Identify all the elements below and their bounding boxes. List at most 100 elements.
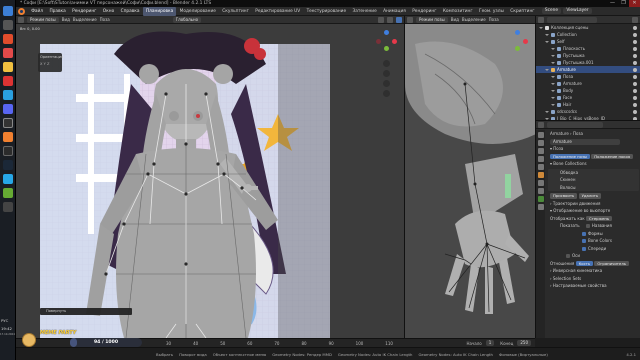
telegram-icon[interactable] [3,174,13,184]
bone-collections-list[interactable]: Обводка Скинен Волосы [548,168,639,191]
visibility-eye-icon[interactable] [633,95,637,100]
blender-logo-icon[interactable] [18,7,25,15]
expand-arrow-icon[interactable] [545,110,549,113]
axes-checkbox[interactable] [566,254,570,258]
tab-sculpting[interactable]: Скульптинг [219,7,252,16]
menu-pose[interactable]: Поза [100,17,110,22]
outliner-row[interactable]: Hair [536,101,640,108]
menu-render[interactable]: Рендеринг [69,7,100,16]
expand-arrow-icon[interactable] [551,89,555,92]
blender-taskbar-icon[interactable] [3,132,13,142]
bone-collection-item[interactable]: Скинен [548,176,639,184]
gizmo-z-icon[interactable] [515,30,520,35]
editor-type-icon[interactable] [538,121,544,128]
navigation-gizmo[interactable] [376,30,398,52]
expand-arrow-icon[interactable] [551,47,555,50]
viewport-main[interactable]: Режим позы Вид Выделение Поза Глобально [16,16,404,338]
custom-properties-header[interactable]: › Настраиваемые свойства [546,282,640,290]
names-checkbox[interactable] [585,224,590,228]
motion-paths-header[interactable]: › Траектории движения [546,200,640,208]
shapes-checkbox[interactable] [582,231,586,236]
perspective-toggle-icon[interactable] [383,90,390,97]
outliner[interactable]: Коллекция сцены Collection Self Плоскость Пу… [535,16,640,120]
close-button[interactable]: ✕ [629,0,640,7]
maximize-button[interactable]: ❐ [618,0,629,7]
minimize-button[interactable]: — [607,0,618,7]
mail-icon[interactable] [3,48,13,58]
expand-arrow-icon[interactable] [551,75,555,78]
visibility-eye-icon[interactable] [633,81,637,86]
search-icon[interactable] [3,20,13,30]
outliner-row[interactable]: Пустышка [536,52,640,59]
tab-shading[interactable]: Затенение [349,7,380,16]
tab-rendering[interactable]: Рендеринг [409,7,440,16]
view-layer-selector[interactable]: ViewLayer [563,8,592,14]
viewport-display-header[interactable]: ▾ Отображение во вьюпорте [546,207,640,215]
tab-layout[interactable]: Планировка [142,6,177,16]
visibility-eye-icon[interactable] [633,88,637,93]
editor-type-icon[interactable] [407,16,413,23]
tab-uv-editing[interactable]: Редактирование UV [252,7,303,16]
tool-tab-icon[interactable] [537,132,544,138]
editor-type-icon[interactable] [538,16,544,23]
object-tab-icon[interactable] [537,172,544,178]
visibility-eye-icon[interactable] [633,53,637,58]
gizmo-x-icon[interactable] [392,39,397,44]
outliner-row[interactable]: sdcscsdcs [536,108,640,115]
tab-animation[interactable]: Анимация [380,7,409,16]
outliner-row[interactable]: Пустышка.001 [536,59,640,66]
scene-tab-icon[interactable] [537,156,544,162]
gizmo-z-icon[interactable] [384,30,389,35]
outliner-row[interactable]: Collection [536,31,640,38]
outliner-row[interactable]: Armature [536,66,640,73]
expand-arrow-icon[interactable] [545,33,549,36]
outliner-row[interactable]: Плоскость [536,45,640,52]
orientation-panel[interactable]: Ориентация X Y Z [38,53,63,72]
taskbar-clock[interactable]: 19:42 [1,326,12,331]
object-name-field[interactable]: Armature [550,138,620,145]
mode-selector[interactable]: Режим позы [416,16,448,23]
menu-window[interactable]: Окно [100,7,118,16]
scene-selector[interactable]: Scene [541,8,562,14]
outliner-search[interactable] [547,16,597,23]
menu-select[interactable]: Выделение [73,17,97,22]
camera-view-icon[interactable] [383,80,390,87]
tab-modeling[interactable]: Моделирование [176,7,219,16]
steam-icon[interactable] [3,160,13,170]
armature-data-tab-icon[interactable] [537,196,544,202]
bone-tab-icon[interactable] [537,204,544,210]
modifier-tab-icon[interactable] [537,180,544,186]
outliner-row[interactable]: Body [536,87,640,94]
bone-collection-item[interactable]: Обводка [548,169,639,177]
tab-scripting[interactable]: Скриптинг [507,7,538,16]
pose-position-button[interactable]: Положение позы [550,153,590,159]
menu-file[interactable]: Файл [28,7,46,16]
menu-edit[interactable]: Правка [46,7,69,16]
filter-icon[interactable] [632,16,638,23]
outliner-row[interactable]: Поза [536,73,640,80]
expand-arrow-icon[interactable] [551,54,555,57]
music-icon[interactable] [3,76,13,86]
snap-icon[interactable] [378,16,384,23]
outliner-row[interactable]: Коллекция сцены [536,24,640,31]
visibility-eye-icon[interactable] [633,32,637,37]
taskbar-lang[interactable]: РУС [1,318,8,323]
selection-sets-header[interactable]: › Selection Sets [546,275,640,283]
properties-search[interactable] [547,121,603,128]
gizmo-x-icon[interactable] [523,39,528,44]
folder-icon[interactable] [3,62,13,72]
tab-geometry-nodes[interactable]: Геом. узлы [476,7,507,16]
bone-collections-header[interactable]: ▾ Bone Collections [546,160,640,168]
pose-section-header[interactable]: ▾ Поза [546,145,640,153]
last-operation-panel[interactable]: Повернуть [40,308,132,315]
render-tab-icon[interactable] [537,140,544,146]
zoom-icon[interactable] [383,60,390,67]
visibility-eye-icon[interactable] [633,67,637,72]
outliner-row[interactable]: Face [536,94,640,101]
start-icon[interactable] [3,6,13,16]
frame-start-field[interactable]: 1 [485,340,495,346]
menu-view[interactable]: Вид [451,17,459,22]
relations-bone-button[interactable]: Кость [575,260,594,266]
expand-arrow-icon[interactable] [539,26,543,29]
visibility-eye-icon[interactable] [633,39,637,44]
